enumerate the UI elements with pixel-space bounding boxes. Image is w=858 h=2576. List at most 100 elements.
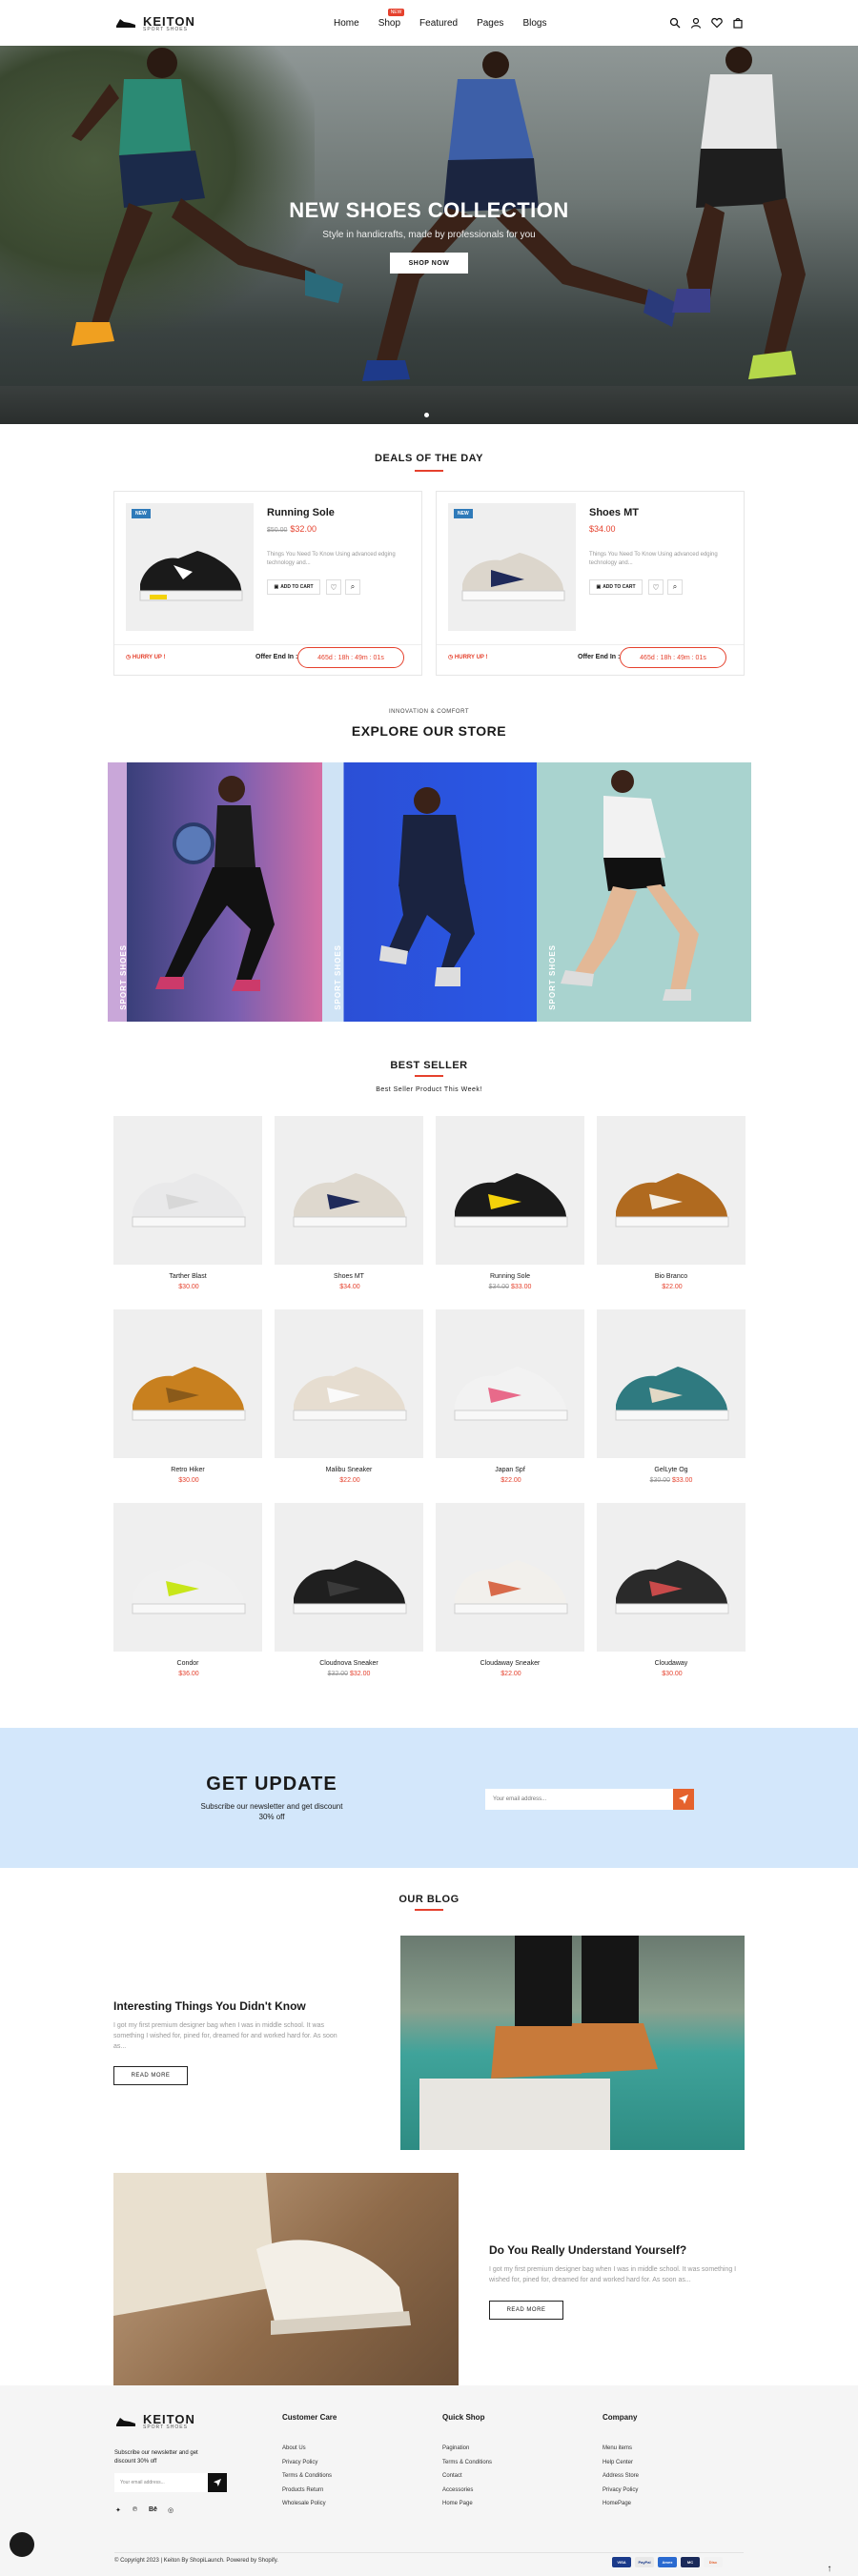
footer-link[interactable]: Home Page	[442, 2501, 473, 2506]
add-to-cart-button[interactable]: ▣ ADD TO CART	[267, 579, 320, 595]
product-name[interactable]: Running Sole	[436, 1273, 584, 1280]
blog-image-boots[interactable]	[400, 1936, 745, 2150]
product-card[interactable]: Cloudaway $30.00	[597, 1503, 746, 1677]
footer-link[interactable]: Wholesale Policy	[282, 2501, 326, 2506]
product-name[interactable]: Shoes MT	[275, 1273, 423, 1280]
user-icon[interactable]	[690, 17, 702, 29]
cart-icon[interactable]	[732, 17, 744, 29]
explore-kicker: INNOVATION & COMFORT	[388, 709, 469, 715]
send-button[interactable]	[673, 1789, 694, 1810]
twitter-icon[interactable]: ✦	[115, 2506, 121, 2514]
footer-link[interactable]: Address Store	[603, 2473, 639, 2479]
deal-image[interactable]: NEW	[448, 503, 576, 631]
product-name[interactable]: Cloudaway	[597, 1660, 746, 1667]
read-more-button[interactable]: READ MORE	[489, 2301, 563, 2320]
product-image[interactable]	[275, 1116, 423, 1265]
product-image[interactable]	[275, 1309, 423, 1458]
pinterest-icon[interactable]: ℗	[133, 2506, 137, 2513]
footer-link[interactable]: Contact	[442, 2473, 462, 2479]
product-name[interactable]: Malibu Sneaker	[275, 1467, 423, 1473]
product-card[interactable]: Malibu Sneaker $22.00	[275, 1309, 423, 1484]
footer-logo[interactable]: KEITON SPORT SHOES	[114, 2412, 195, 2430]
product-name[interactable]: GelLyte Og	[597, 1467, 746, 1473]
quick-view-search-icon[interactable]: ⌕	[345, 579, 360, 595]
heart-icon[interactable]	[711, 17, 723, 29]
product-name[interactable]: Retro Hiker	[113, 1467, 262, 1473]
product-price: $30.00	[597, 1671, 746, 1677]
hero-title: NEW SHOES COLLECTION	[289, 198, 569, 222]
footer-link[interactable]: Privacy Policy	[603, 2487, 638, 2493]
carousel-dot[interactable]	[424, 413, 429, 417]
footer-send-button[interactable]	[208, 2473, 227, 2492]
explore-panel-men[interactable]: SPORT SHOES	[322, 762, 537, 1022]
search-icon[interactable]	[669, 17, 681, 29]
product-image[interactable]	[436, 1309, 584, 1458]
footer-link[interactable]: Privacy Policy	[282, 2460, 317, 2465]
blog-image-sneaker[interactable]	[113, 2173, 459, 2386]
product-price: $22.00	[436, 1671, 584, 1677]
deal-product-name[interactable]: Shoes MT	[589, 507, 639, 518]
product-name[interactable]: Tarther Blast	[113, 1273, 262, 1280]
nav-blogs[interactable]: Blogs	[522, 18, 546, 29]
blog-post-title[interactable]: Do You Really Understand Yourself?	[489, 2243, 686, 2257]
footer-link[interactable]: Menu items	[603, 2445, 632, 2451]
product-card[interactable]: Condor $36.00	[113, 1503, 262, 1677]
logo[interactable]: KEITON SPORT SHOES	[114, 14, 195, 32]
deal-product-name[interactable]: Running Sole	[267, 507, 335, 518]
product-image[interactable]	[275, 1503, 423, 1652]
product-card[interactable]: Running Sole $34.00 $33.00	[436, 1116, 584, 1290]
product-image[interactable]	[113, 1116, 262, 1265]
wishlist-heart-icon[interactable]: ♡	[326, 579, 341, 595]
chat-bubble-icon[interactable]	[10, 2532, 34, 2557]
product-card[interactable]: Japan Spf $22.00	[436, 1309, 584, 1484]
footer-link[interactable]: HomePage	[603, 2501, 631, 2506]
product-card[interactable]: GelLyte Og $30.00 $33.00	[597, 1309, 746, 1484]
product-name[interactable]: Bio Branco	[597, 1273, 746, 1280]
product-image[interactable]	[113, 1309, 262, 1458]
product-name[interactable]: Japan Spf	[436, 1467, 584, 1473]
footer-link[interactable]: Terms & Conditions	[282, 2473, 332, 2479]
footer-link[interactable]: Products Return	[282, 2487, 323, 2493]
product-name[interactable]: Condor	[113, 1660, 262, 1667]
quick-view-search-icon[interactable]: ⌕	[667, 579, 683, 595]
behance-icon[interactable]: Bē	[149, 2506, 157, 2513]
nav-featured[interactable]: Featured	[419, 18, 458, 29]
read-more-button[interactable]: READ MORE	[113, 2066, 188, 2085]
discover-icon: Disc	[704, 2557, 723, 2567]
footer-email-input[interactable]: Your email address...	[114, 2473, 208, 2492]
product-name[interactable]: Cloudnova Sneaker	[275, 1660, 423, 1667]
footer-link[interactable]: Help Center	[603, 2460, 633, 2465]
product-image[interactable]	[597, 1309, 746, 1458]
scroll-to-top-arrow-icon[interactable]: ↑	[820, 2559, 839, 2576]
nav-home[interactable]: Home	[334, 18, 359, 29]
footer-link[interactable]: Accessories	[442, 2487, 473, 2493]
product-card[interactable]: Cloudaway Sneaker $22.00	[436, 1503, 584, 1677]
product-image[interactable]	[597, 1503, 746, 1652]
product-image[interactable]	[597, 1116, 746, 1265]
newsletter-email-input[interactable]: Your email address...	[485, 1789, 673, 1810]
footer-link[interactable]: Pagination	[442, 2445, 469, 2451]
product-name[interactable]: Cloudaway Sneaker	[436, 1660, 584, 1667]
explore-panel-women[interactable]: SPORT SHOES	[108, 762, 322, 1022]
nav-shop[interactable]: Shop NEW	[378, 8, 405, 29]
footer-link[interactable]: Terms & Conditions	[442, 2460, 492, 2465]
product-image[interactable]	[436, 1116, 584, 1265]
nav-shop-label: Shop	[378, 17, 401, 29]
product-image[interactable]	[113, 1503, 262, 1652]
product-card[interactable]: Shoes MT $34.00	[275, 1116, 423, 1290]
blog-post-title[interactable]: Interesting Things You Didn't Know	[113, 1999, 306, 2013]
instagram-icon[interactable]: ◎	[168, 2506, 174, 2514]
product-card[interactable]: Bio Branco $22.00	[597, 1116, 746, 1290]
explore-panel-runner[interactable]: SPORT SHOES	[537, 762, 751, 1022]
shop-now-button[interactable]: SHOP NOW	[390, 253, 468, 274]
nav-pages[interactable]: Pages	[477, 18, 503, 29]
product-card[interactable]: Cloudnova Sneaker $32.00 $32.00	[275, 1503, 423, 1677]
product-image[interactable]	[436, 1503, 584, 1652]
product-card[interactable]: Retro Hiker $30.00	[113, 1309, 262, 1484]
product-old-price: $30.00	[649, 1477, 670, 1484]
product-card[interactable]: Tarther Blast $30.00	[113, 1116, 262, 1290]
wishlist-heart-icon[interactable]: ♡	[648, 579, 664, 595]
add-to-cart-button[interactable]: ▣ ADD TO CART	[589, 579, 643, 595]
deal-image[interactable]: NEW	[126, 503, 254, 631]
footer-link[interactable]: About Us	[282, 2445, 306, 2451]
